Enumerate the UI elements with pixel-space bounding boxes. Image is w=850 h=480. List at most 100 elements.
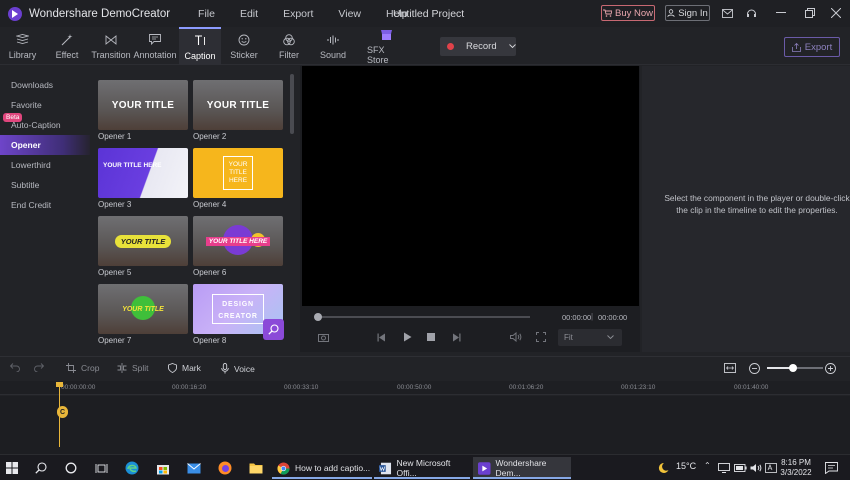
restore-icon[interactable]	[803, 6, 817, 20]
timeline-ruler[interactable]: 00:00:00:00 00:00:16:20 00:00:33:10 00:0…	[0, 381, 850, 395]
volume-icon[interactable]	[510, 331, 522, 343]
taskbar-app-label: How to add captio...	[295, 463, 371, 473]
tab-sfx-store[interactable]: SFX Store	[367, 27, 405, 65]
playback-progress-bar[interactable]	[318, 316, 530, 318]
store-icon[interactable]	[155, 460, 171, 476]
tab-transition[interactable]: Transition	[91, 27, 131, 65]
cortana-icon[interactable]	[63, 460, 79, 476]
weather-icon[interactable]	[655, 460, 671, 476]
playhead-caption-marker[interactable]: C	[57, 406, 68, 418]
template-card-opener-4[interactable]: YOUR TITLE HERE Opener 4	[193, 148, 283, 209]
sidebar-item-lowerthird[interactable]: Lowerthird	[0, 155, 90, 175]
playhead-handle[interactable]	[56, 382, 63, 387]
tab-filter[interactable]: Filter	[274, 27, 304, 65]
clock-date: 3/3/2022	[780, 468, 812, 477]
voice-button[interactable]: Voice	[221, 363, 255, 374]
template-card-opener-5[interactable]: YOUR TITLE Opener 5	[98, 216, 188, 277]
close-icon[interactable]	[829, 6, 843, 20]
mail-icon[interactable]	[720, 6, 734, 20]
template-card-opener-7[interactable]: YOUR TITLE Opener 7	[98, 284, 188, 345]
menu-view[interactable]: View	[338, 8, 361, 20]
speaker-icon[interactable]	[748, 460, 764, 476]
sign-in-button[interactable]: Sign In	[665, 5, 710, 21]
thumbnail-title-text: YOUR TITLE HERE	[228, 161, 248, 184]
menu-file[interactable]: File	[198, 8, 215, 20]
annotation-icon	[149, 33, 161, 47]
tab-sound[interactable]: Sound	[318, 27, 348, 65]
ruler-tick-label: 00:01:40:00	[734, 384, 769, 391]
menu-edit[interactable]: Edit	[240, 8, 258, 20]
next-frame-icon[interactable]	[450, 331, 462, 343]
tab-annotation[interactable]: Annotation	[133, 27, 177, 65]
windows-start-icon[interactable]	[4, 460, 20, 476]
network-icon[interactable]	[716, 460, 732, 476]
mark-button[interactable]: Mark	[168, 363, 201, 373]
sidebar-item-subtitle[interactable]: Subtitle	[0, 175, 90, 195]
undo-icon[interactable]	[10, 363, 20, 372]
split-button[interactable]: Split	[117, 363, 149, 373]
template-card-opener-3[interactable]: YOUR TITLE HERE Opener 3	[98, 148, 188, 209]
tab-library[interactable]: Library	[4, 27, 41, 65]
notification-center-icon[interactable]	[823, 460, 839, 476]
template-name: Opener 1	[98, 132, 132, 141]
template-search-button[interactable]	[263, 319, 284, 340]
minimize-icon[interactable]	[774, 6, 788, 20]
template-card-opener-2[interactable]: YOUR TITLE Opener 2	[193, 80, 283, 141]
screenshot-camera-icon[interactable]	[317, 331, 329, 343]
fullscreen-icon[interactable]	[535, 331, 547, 343]
template-scrollbar[interactable]	[290, 74, 294, 134]
fit-timeline-icon[interactable]	[724, 363, 736, 373]
template-card-opener-1[interactable]: YOUR TITLE Opener 1	[98, 80, 188, 141]
temperature[interactable]: 15°C	[676, 461, 696, 471]
play-icon[interactable]	[401, 331, 413, 343]
thumbnail-title-text: YOUR TITLE HERE	[205, 236, 271, 246]
edge-browser-icon[interactable]	[124, 460, 140, 476]
previous-frame-icon[interactable]	[376, 331, 388, 343]
title-bar: Wondershare DemoCreator File Edit Export…	[0, 0, 850, 27]
sticker-icon	[238, 33, 250, 47]
zoom-slider-handle[interactable]	[789, 364, 797, 372]
total-time: 00:00:00	[598, 313, 628, 322]
tab-sticker[interactable]: Sticker	[228, 27, 260, 65]
support-headset-icon[interactable]	[744, 6, 758, 20]
tab-caption[interactable]: Caption	[179, 27, 221, 65]
split-icon	[117, 363, 127, 373]
battery-icon[interactable]	[732, 460, 748, 476]
mark-label: Mark	[182, 363, 201, 373]
taskbar-app-word[interactable]: New Microsoft Offi...	[374, 457, 470, 479]
export-button[interactable]: Export	[784, 37, 840, 57]
time-separator: |	[591, 312, 594, 321]
sidebar-item-favorite[interactable]: Favorite	[0, 95, 90, 115]
tab-effect[interactable]: Effect	[50, 27, 84, 65]
sidebar-item-downloads[interactable]: Downloads	[0, 75, 90, 95]
menu-export[interactable]: Export	[283, 8, 313, 20]
firefox-icon[interactable]	[217, 460, 233, 476]
playback-scrubber-handle[interactable]	[314, 313, 322, 321]
task-view-icon[interactable]	[93, 460, 109, 476]
chevron-up-icon[interactable]: ⌃	[704, 461, 711, 470]
microphone-icon	[221, 363, 229, 374]
ruler-tick-label: 00:00:16:20	[172, 384, 207, 391]
taskbar-app-chrome[interactable]: How to add captio...	[272, 457, 372, 479]
tab-sticker-label: Sticker	[230, 49, 258, 60]
buy-now-button[interactable]: Buy Now	[601, 5, 655, 21]
redo-icon[interactable]	[34, 363, 44, 372]
sidebar-item-end-credit[interactable]: End Credit	[0, 195, 90, 215]
record-button[interactable]: Record	[440, 37, 516, 56]
template-card-opener-6[interactable]: YOUR TITLE HERE Opener 6	[193, 216, 283, 277]
voice-label: Voice	[234, 363, 255, 374]
taskbar-app-democreator[interactable]: Wondershare Dem...	[473, 457, 571, 479]
timeline-tracks[interactable]	[0, 396, 850, 454]
crop-button[interactable]: Crop	[66, 363, 99, 373]
file-explorer-icon[interactable]	[248, 460, 264, 476]
search-icon[interactable]	[33, 460, 49, 476]
sidebar-item-opener[interactable]: Opener	[0, 135, 90, 155]
zoom-out-icon[interactable]	[749, 363, 760, 374]
stop-icon[interactable]	[425, 331, 437, 343]
zoom-fit-select[interactable]: Fit	[558, 329, 622, 346]
mail-app-icon[interactable]	[186, 460, 202, 476]
template-thumbnail: YOUR TITLE HERE	[193, 216, 283, 266]
caption-category-sidebar: Downloads Favorite Auto-Caption Opener L…	[0, 66, 90, 352]
system-clock[interactable]: 8:16 PM 3/3/2022	[774, 458, 818, 478]
zoom-in-icon[interactable]	[825, 363, 836, 374]
